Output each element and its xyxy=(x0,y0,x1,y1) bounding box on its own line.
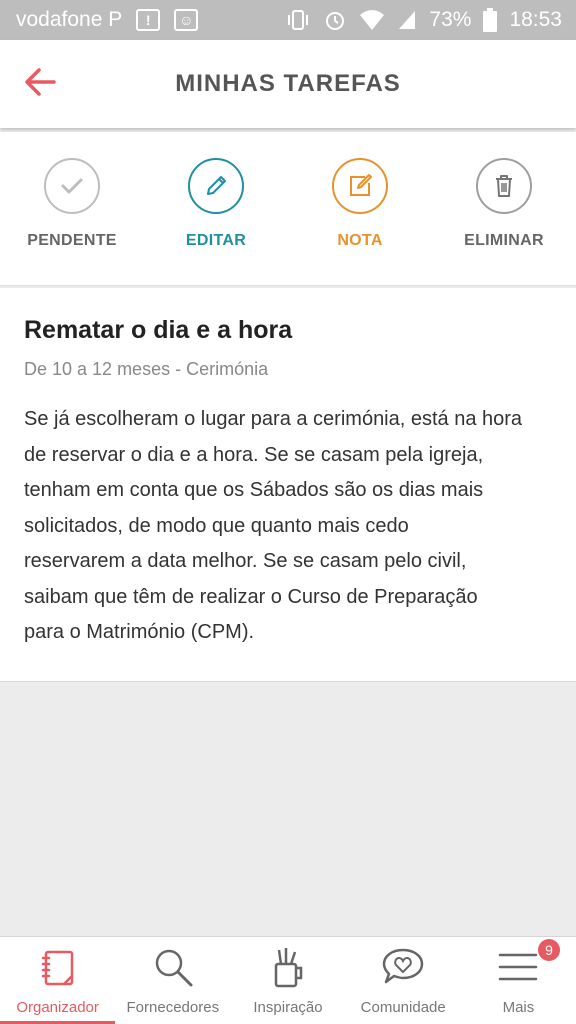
trash-icon xyxy=(476,158,532,214)
back-button[interactable] xyxy=(22,64,58,104)
nav-inspiracao[interactable]: Inspiração xyxy=(230,937,345,1024)
nav-comunidade[interactable]: Comunidade xyxy=(346,937,461,1024)
vibrate-icon xyxy=(285,9,311,31)
nav-label: Mais xyxy=(502,999,535,1016)
page-title: MINHAS TAREFAS xyxy=(175,70,401,97)
note-label: NOTA xyxy=(337,232,383,249)
face-notification-icon: ☺ xyxy=(174,9,199,31)
nav-organizador[interactable]: Organizador xyxy=(0,937,116,1024)
alarm-icon xyxy=(323,8,347,32)
pending-button[interactable]: PENDENTE xyxy=(0,132,144,285)
nav-label: Fornecedores xyxy=(126,999,220,1016)
signal-icon xyxy=(397,9,417,31)
search-icon xyxy=(149,945,197,989)
description-line: de reservar o dia e a hora. Se se casam … xyxy=(24,443,484,466)
note-icon xyxy=(332,158,388,214)
nav-label: Comunidade xyxy=(360,999,446,1016)
delete-label: ELIMINAR xyxy=(464,232,544,249)
description-line: para o Matrimónio (CPM). xyxy=(24,621,255,643)
pencil-cup-icon xyxy=(264,945,312,989)
app-header: MINHAS TAREFAS xyxy=(0,40,576,128)
bottom-navigation: Organizador Fornecedores Inspiração Comu… xyxy=(0,936,576,1024)
description-line: reservarem a data melhor. Se se casam pe… xyxy=(24,550,467,572)
pending-label: PENDENTE xyxy=(27,232,117,249)
nav-mais[interactable]: 9 Mais xyxy=(461,937,576,1024)
task-card: Rematar o dia e a hora De 10 a 12 meses … xyxy=(0,288,576,682)
clock-time: 18:53 xyxy=(509,8,562,31)
task-subtitle: De 10 a 12 meses - Cerimónia xyxy=(24,359,269,379)
planner-icon xyxy=(34,945,82,989)
task-description: Se já escolheram o lugar para a cerimóni… xyxy=(24,402,552,651)
description-line: Se já escolheram o lugar para a cerimóni… xyxy=(24,408,523,430)
status-bar: vodafone P ! ☺ 73% 18:53 xyxy=(0,0,576,40)
carrier-label: vodafone P xyxy=(16,8,123,31)
note-button[interactable]: NOTA xyxy=(288,132,432,285)
description-line: solicitados, de modo que quanto mais ced… xyxy=(24,514,409,537)
arrow-left-icon xyxy=(24,67,56,102)
notification-badge: 9 xyxy=(538,939,561,961)
delete-button[interactable]: ELIMINAR xyxy=(432,132,576,285)
nav-label: Organizador xyxy=(16,999,99,1016)
chat-heart-icon xyxy=(379,945,427,989)
edit-button[interactable]: EDITAR xyxy=(144,132,288,285)
task-actions: PENDENTE EDITAR NOTA ELIMINAR xyxy=(0,132,576,286)
pencil-icon xyxy=(188,158,244,214)
description-line: tenham em conta que os Sábados são os di… xyxy=(24,479,484,501)
battery-icon xyxy=(483,8,498,32)
nav-label: Inspiração xyxy=(253,999,323,1016)
menu-icon xyxy=(494,945,542,989)
task-title: Rematar o dia e a hora xyxy=(24,316,293,344)
check-icon xyxy=(44,158,100,214)
alert-notification-icon: ! xyxy=(136,9,161,31)
nav-fornecedores[interactable]: Fornecedores xyxy=(115,937,230,1024)
battery-percent: 73% xyxy=(429,8,472,31)
edit-label: EDITAR xyxy=(185,232,247,249)
description-line: saibam que têm de realizar o Curso de Pr… xyxy=(24,585,478,608)
wifi-icon xyxy=(359,9,385,31)
